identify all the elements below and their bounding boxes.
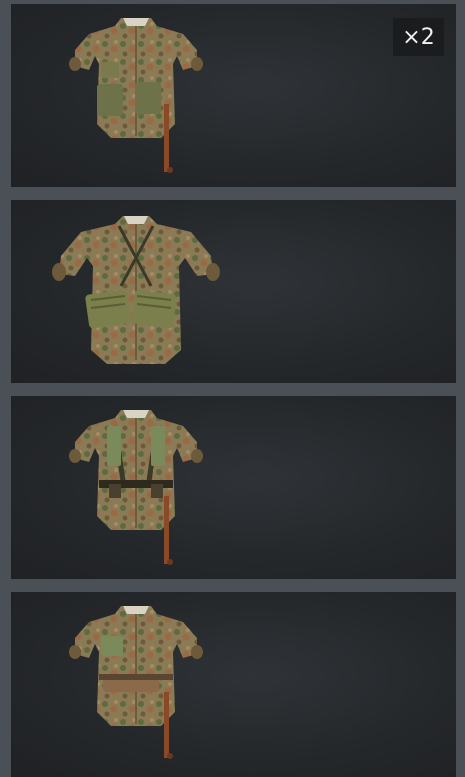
item-card-4[interactable] xyxy=(11,592,456,777)
camo-uniform-image xyxy=(68,409,204,565)
camo-uniform-image xyxy=(68,17,204,173)
count-badge: ×2 xyxy=(393,18,444,56)
item-card-3[interactable] xyxy=(11,396,456,579)
camo-uniform-image xyxy=(68,605,204,759)
camo-uniform-image xyxy=(50,214,222,366)
item-card-2[interactable] xyxy=(11,200,456,383)
item-card-1[interactable]: ×2 xyxy=(11,4,456,187)
